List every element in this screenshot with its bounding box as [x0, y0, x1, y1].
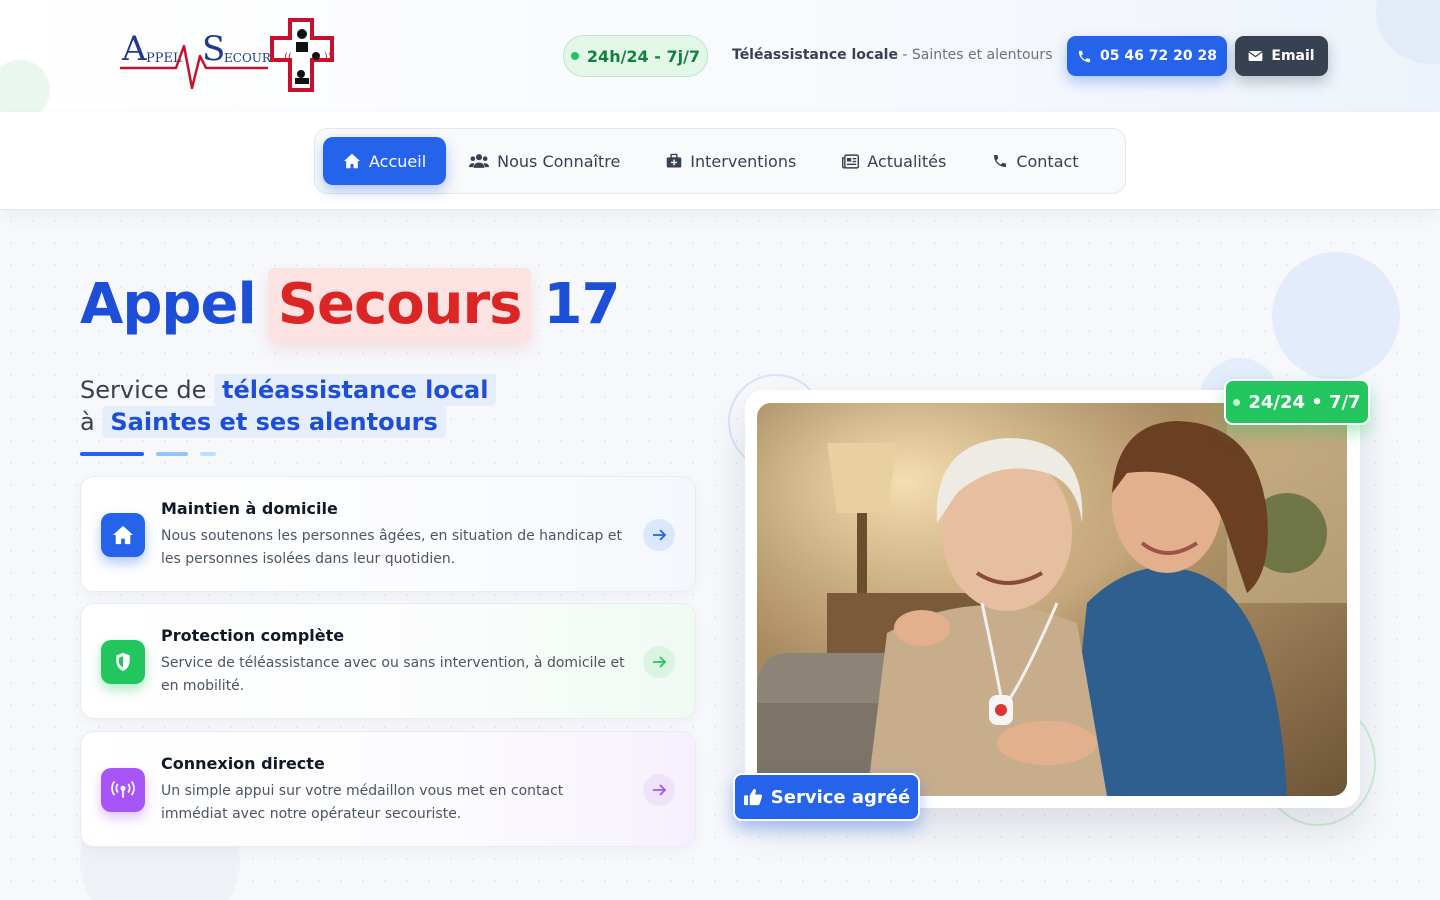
newspaper-icon [842, 153, 860, 169]
feature-icon-box [101, 513, 145, 557]
subtitle-line-1: Service de téléassistance local [80, 374, 497, 406]
underline-bar [200, 452, 216, 456]
hero-title-part1: Appel [80, 272, 257, 337]
subtitle-highlight: Saintes et ses alentours [102, 406, 446, 438]
svg-text:)): )) [324, 52, 332, 63]
users-icon [469, 154, 490, 168]
subtitle-line-2: à Saintes et ses alentours [80, 406, 496, 438]
home-icon [113, 525, 133, 545]
availability-badge-text: 24/24 • 7/7 [1248, 391, 1361, 413]
decor-circle [0, 60, 50, 112]
availability-badge: 24/24 • 7/7 [1224, 379, 1370, 425]
hero-photo [757, 403, 1347, 796]
arrow-right-icon[interactable] [643, 646, 675, 678]
subtitle-prefix: à [80, 408, 95, 436]
arrow-right-icon[interactable] [643, 774, 675, 806]
hero-title-highlight: Secours [267, 268, 532, 341]
main-navigation: Accueil Nous Connaître Interventions Act… [314, 128, 1126, 194]
header-tagline: Téléassistance locale - Saintes et alent… [732, 47, 1052, 63]
phone-icon [1078, 50, 1091, 62]
feature-card-protection[interactable]: Protection complète Service de téléassis… [80, 603, 696, 719]
email-button[interactable]: Email [1235, 36, 1328, 76]
nav-item-label: Interventions [690, 151, 797, 171]
underline-bar [80, 452, 144, 456]
feature-title: Maintien à domicile [161, 499, 338, 518]
nav-item-label: Actualités [867, 151, 947, 171]
phone-icon [994, 155, 1007, 167]
envelope-icon [1248, 51, 1264, 61]
feature-text: Nous soutenons les personnes âgées, en s… [161, 528, 622, 567]
nav-item-label: Accueil [369, 151, 427, 171]
availability-text: 24h/24 - 7j/7 [586, 46, 701, 66]
nav-item-interventions[interactable]: Interventions [643, 137, 819, 185]
subtitle-highlight: téléassistance local [213, 374, 497, 406]
hero-title: Appel Secours 17 [80, 268, 620, 341]
feature-icon-box [101, 640, 145, 684]
home-icon [344, 153, 360, 169]
phone-button[interactable]: 05 46 72 20 28 [1067, 36, 1227, 76]
svg-text:A: A [121, 29, 147, 69]
feature-card-connexion[interactable]: Connexion directe Un simple appui sur vo… [80, 731, 696, 847]
availability-pill: 24h/24 - 7j/7 [563, 35, 708, 77]
hero-subtitle: Service de téléassistance local à Sainte… [80, 374, 497, 438]
service-agree-text: Service agréé [770, 786, 911, 808]
feature-title: Protection complète [161, 626, 345, 645]
thumbs-up-icon [743, 788, 762, 806]
feature-card-maintien[interactable]: Maintien à domicile Nous soutenons les p… [80, 476, 696, 592]
tagline-rest: - Saintes et alentours [897, 47, 1053, 63]
status-dot-icon [1233, 398, 1241, 406]
service-agree-badge: Service agréé [733, 773, 920, 821]
nav-item-accueil[interactable]: Accueil [323, 137, 447, 185]
feature-text: Un simple appui sur votre médaillon vous… [161, 783, 564, 822]
nav-item-contact[interactable]: Contact [969, 137, 1101, 185]
site-logo[interactable]: A PPEL S ECOURS 17 (( )) [118, 16, 340, 94]
title-underline [80, 452, 216, 456]
broadcast-icon [111, 781, 135, 798]
phone-button-label: 05 46 72 20 28 [1100, 48, 1217, 64]
underline-bar [156, 452, 188, 456]
status-dot-icon [570, 52, 579, 60]
top-bar: A PPEL S ECOURS 17 (( )) 24h/24 - 7j/7 T… [0, 0, 1440, 112]
email-button-label: Email [1271, 48, 1315, 64]
svg-text:((: (( [284, 52, 292, 63]
shield-icon [116, 652, 130, 672]
feature-title: Connexion directe [161, 754, 325, 773]
nav-item-label: Nous Connaître [497, 151, 621, 171]
svg-text:S: S [202, 29, 225, 69]
svg-text:PPEL: PPEL [146, 51, 182, 66]
nav-item-nous-connaitre[interactable]: Nous Connaître [446, 137, 643, 185]
nav-item-actualites[interactable]: Actualités [819, 137, 969, 185]
feature-icon-box [101, 768, 145, 812]
medkit-icon [667, 153, 682, 168]
nav-item-label: Contact [1016, 151, 1079, 171]
feature-text: Service de téléassistance avec ou sans i… [161, 655, 625, 694]
logo-graphic: A PPEL S ECOURS 17 (( )) [120, 18, 334, 92]
hero-title-part3: 17 [543, 272, 620, 337]
decor-circle [1376, 0, 1440, 64]
subtitle-prefix: Service de [80, 376, 207, 404]
caregiver-photo-illustration [757, 403, 1347, 796]
arrow-right-icon[interactable] [643, 519, 675, 551]
tagline-bold: Téléassistance locale [732, 47, 898, 63]
decor-circle [1272, 252, 1400, 380]
